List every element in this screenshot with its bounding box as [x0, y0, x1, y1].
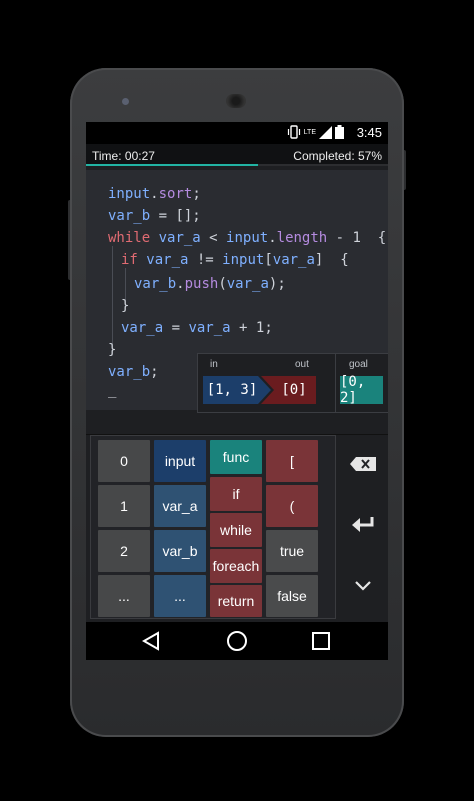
- back-triangle-icon: [141, 631, 159, 651]
- backspace-icon: [350, 457, 376, 471]
- key-open-paren[interactable]: (: [266, 485, 318, 527]
- key-return[interactable]: return: [210, 585, 262, 617]
- key-var-b[interactable]: var_b: [154, 530, 206, 572]
- home-circle-icon: [227, 631, 247, 651]
- status-bar: LTE 3:45: [86, 122, 388, 144]
- signal-icon: [319, 125, 332, 139]
- key-true[interactable]: true: [266, 530, 318, 572]
- completed-label: Completed: 57%: [293, 149, 382, 163]
- code-line[interactable]: while var_a < input.length - 1 {: [108, 230, 386, 246]
- code-line[interactable]: var_a = var_a + 1;: [121, 320, 273, 336]
- status-icons: LTE: [287, 125, 344, 139]
- code-line[interactable]: var_b.push(var_a);: [134, 276, 286, 292]
- chevron-down-icon: [355, 581, 371, 591]
- io-separator: [335, 354, 336, 412]
- recents-square-icon: [312, 632, 330, 650]
- enter-icon: [352, 517, 374, 532]
- output-value: [0]: [281, 382, 307, 398]
- key-foreach[interactable]: foreach: [210, 549, 262, 583]
- collapse-keyboard-button[interactable]: [338, 565, 388, 605]
- recents-button[interactable]: [308, 629, 334, 653]
- input-value: [1, 3]: [206, 382, 258, 398]
- goal-label: goal: [349, 359, 368, 370]
- goal-value: [0, 2]: [340, 374, 383, 406]
- battery-icon: [335, 125, 344, 139]
- key-input[interactable]: input: [154, 440, 206, 482]
- text-cursor: _: [108, 382, 117, 398]
- code-line[interactable]: var_b;: [108, 364, 159, 380]
- out-label: out: [295, 359, 309, 370]
- in-label: in: [210, 359, 218, 370]
- key-if[interactable]: if: [210, 477, 262, 511]
- key-open-bracket[interactable]: [: [266, 440, 318, 482]
- io-panel: in out goal [1, 3] [0] [0, 2]: [197, 353, 388, 413]
- lte-label: LTE: [303, 128, 316, 136]
- code-line[interactable]: }: [121, 298, 129, 314]
- key-func[interactable]: func: [210, 440, 262, 474]
- progress-header: Time: 00:27 Completed: 57%: [86, 144, 388, 166]
- key-1[interactable]: 1: [98, 485, 150, 527]
- key-more-variables[interactable]: ...: [154, 575, 206, 617]
- editor-actions: [338, 435, 388, 617]
- indent-guide: [112, 246, 113, 354]
- vibrate-icon: [287, 125, 300, 139]
- code-line[interactable]: }: [108, 342, 116, 358]
- home-button[interactable]: [224, 629, 250, 653]
- key-more-numbers[interactable]: ...: [98, 575, 150, 617]
- token-keypad: 0 1 2 ... input var_a var_b ... func if …: [90, 435, 336, 619]
- key-0[interactable]: 0: [98, 440, 150, 482]
- front-camera: [122, 98, 129, 105]
- back-button[interactable]: [138, 629, 164, 653]
- backspace-button[interactable]: [338, 444, 388, 484]
- app-screen: LTE 3:45 Time: 00:27 Completed: 57% inpu…: [86, 122, 388, 660]
- code-line[interactable]: var_b = [];: [108, 208, 201, 224]
- status-clock: 3:45: [356, 125, 382, 140]
- progress-fill: [86, 164, 259, 166]
- enter-button[interactable]: [338, 505, 388, 545]
- key-false[interactable]: false: [266, 575, 318, 617]
- android-nav-bar: [86, 622, 388, 660]
- timer-label: Time: 00:27: [92, 149, 155, 163]
- key-while[interactable]: while: [210, 513, 262, 547]
- code-line[interactable]: input.sort;: [108, 186, 201, 202]
- key-var-a[interactable]: var_a: [154, 485, 206, 527]
- code-line[interactable]: if var_a != input[var_a] {: [121, 252, 349, 268]
- key-2[interactable]: 2: [98, 530, 150, 572]
- earpiece: [226, 94, 246, 108]
